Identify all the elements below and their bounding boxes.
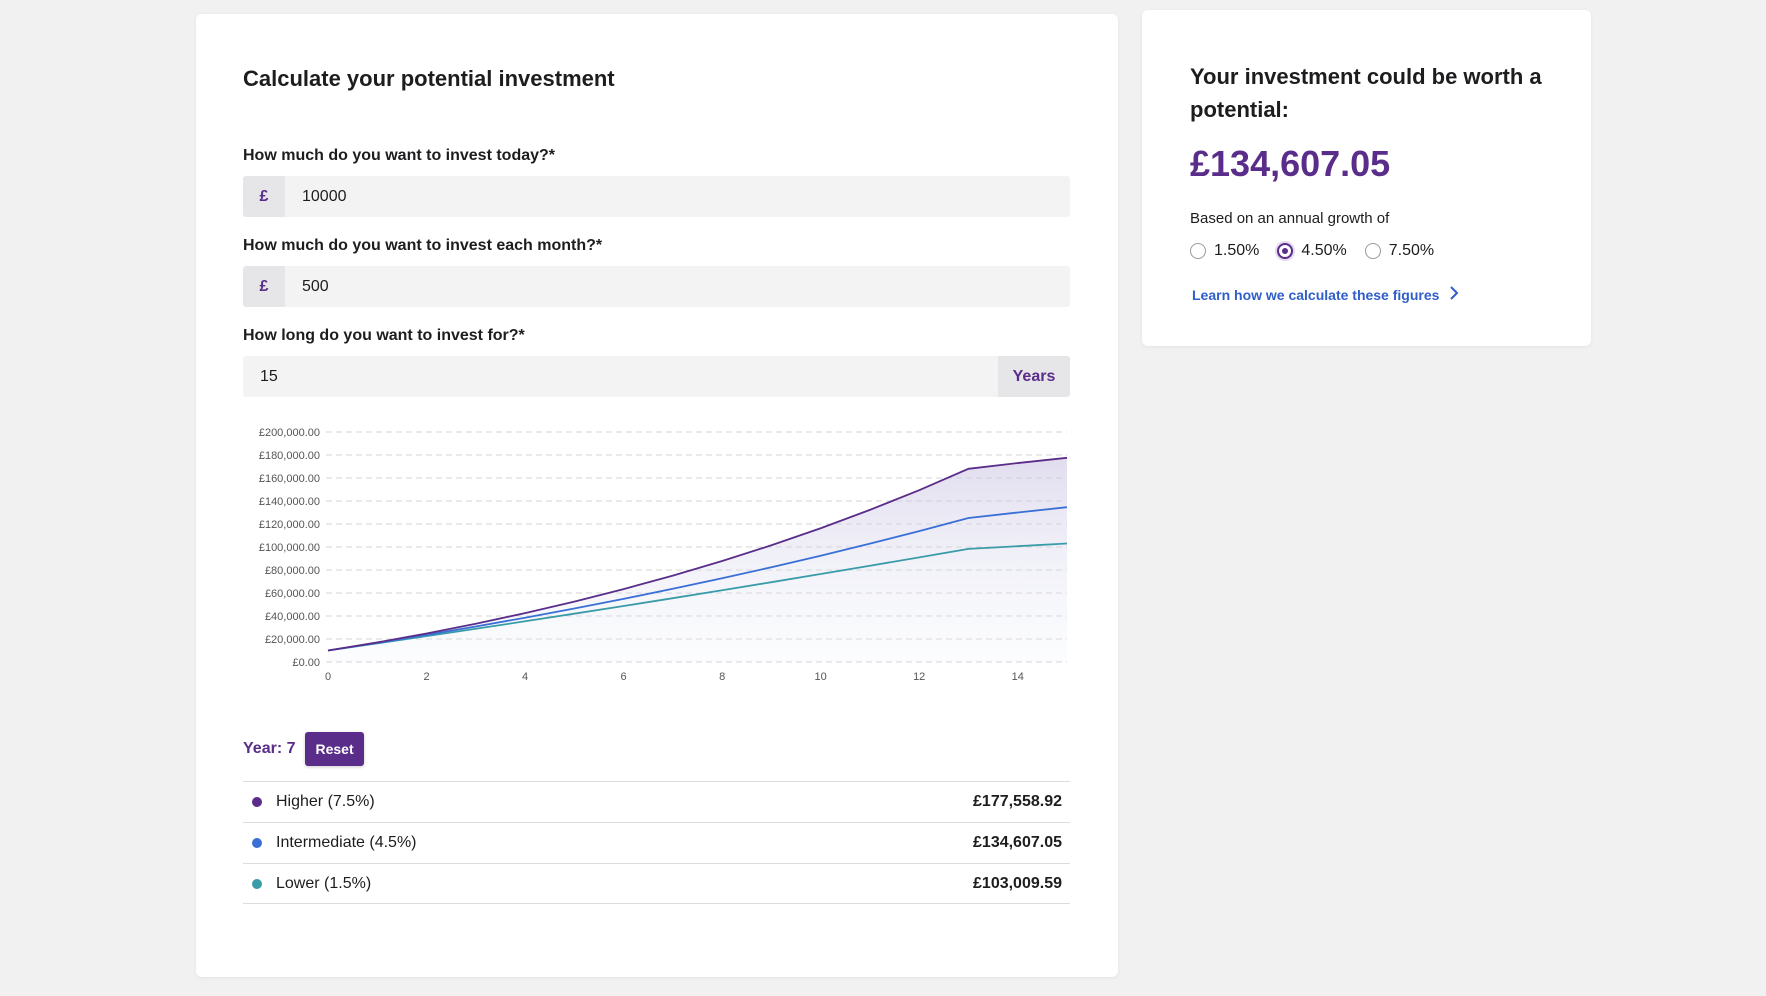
legend-row-higher: Higher (7.5%) £177,558.92	[243, 781, 1070, 822]
growth-option-mid[interactable]: 4.50%	[1277, 242, 1347, 260]
initial-investment-field[interactable]: £ 10000	[243, 176, 1070, 217]
duration-field[interactable]: 15 Years	[243, 356, 1070, 397]
calculator-card: Calculate your potential investment How …	[196, 14, 1118, 977]
legend-name: Higher (7.5%)	[276, 793, 375, 810]
monthly-investment-label: How much do you want to invest each mont…	[243, 237, 603, 254]
higher-series-dot	[252, 797, 262, 807]
x-tick-label: 0	[325, 671, 331, 683]
y-tick-label: £120,000.00	[259, 519, 320, 531]
result-heading: Your investment could be worth a potenti…	[1190, 64, 1542, 122]
growth-option-label: 1.50%	[1214, 242, 1260, 259]
result-card: Your investment could be worth a potenti…	[1142, 10, 1591, 346]
currency-prefix: £	[243, 176, 285, 217]
legend-value: £177,558.92	[973, 793, 1062, 810]
legend-value: £103,009.59	[973, 874, 1062, 892]
y-tick-label: £140,000.00	[259, 496, 320, 508]
initial-investment-input[interactable]: 10000	[285, 188, 1070, 206]
y-tick-label: £200,000.00	[259, 427, 320, 439]
legend-row-lower: Lower (1.5%) £103,009.59	[243, 863, 1070, 904]
calculator-title: Calculate your potential investment	[243, 66, 615, 91]
radio-button[interactable]	[1190, 243, 1206, 259]
x-tick-label: 2	[423, 671, 429, 683]
x-tick-label: 12	[913, 671, 925, 683]
growth-option-high[interactable]: 7.50%	[1364, 242, 1435, 260]
years-suffix: Years	[998, 356, 1070, 397]
result-amount: £134,607.05	[1190, 143, 1391, 184]
y-tick-label: £40,000.00	[265, 611, 320, 623]
growth-chart-svg[interactable]: £0.00 £20,000.00 £40,000.00 £60,000.00 £80,0…	[236, 414, 1076, 724]
y-tick-label: £100,000.00	[259, 542, 320, 554]
growth-option-low[interactable]: 1.50%	[1190, 242, 1259, 260]
monthly-investment-field[interactable]: £ 500	[243, 266, 1070, 307]
results-legend: Higher (7.5%) £177,558.92 Intermediate (…	[243, 781, 1070, 904]
reset-button[interactable]: Reset	[305, 732, 364, 766]
x-tick-label: 4	[522, 671, 528, 683]
intermediate-series-dot	[252, 838, 262, 848]
duration-label: How long do you want to invest for?*	[243, 327, 525, 344]
growth-rate-label: Based on an annual growth of	[1190, 210, 1390, 227]
y-tick-label: £0.00	[292, 657, 320, 669]
growth-chart[interactable]: £0.00 £20,000.00 £40,000.00 £60,000.00 £80,0…	[236, 414, 1076, 724]
legend-name: Lower (1.5%)	[276, 874, 372, 892]
growth-option-label: 7.50%	[1388, 242, 1435, 259]
year-selector: Year: 7 Reset	[243, 732, 364, 766]
radio-button[interactable]	[1364, 243, 1381, 259]
x-tick-label: 8	[719, 671, 725, 683]
learn-more-label: Learn how we calculate these figures	[1192, 286, 1440, 303]
year-label: Year: 7	[243, 740, 296, 757]
x-tick-label: 10	[815, 671, 827, 683]
learn-more-link[interactable]: Learn how we calculate these figures	[1192, 286, 1459, 303]
radio-button[interactable]	[1277, 243, 1294, 259]
currency-prefix: £	[243, 266, 285, 307]
y-tick-label: £60,000.00	[265, 588, 320, 600]
chevron-right-icon	[1449, 286, 1459, 303]
y-tick-label: £180,000.00	[259, 450, 320, 462]
initial-investment-label: How much do you want to invest today?*	[243, 147, 556, 164]
y-tick-label: £80,000.00	[265, 565, 320, 577]
legend-name: Intermediate (4.5%)	[276, 834, 417, 851]
x-tick-label: 14	[1012, 671, 1024, 683]
y-tick-label: £20,000.00	[265, 634, 320, 646]
duration-input[interactable]: 15	[243, 368, 998, 386]
legend-row-intermediate: Intermediate (4.5%) £134,607.05	[243, 822, 1070, 863]
growth-rate-options: 1.50% 4.50% 7.50%	[1190, 242, 1452, 260]
growth-option-label: 4.50%	[1301, 242, 1347, 259]
x-tick-label: 6	[621, 671, 627, 683]
legend-value: £134,607.05	[973, 834, 1062, 851]
y-tick-label: £160,000.00	[259, 473, 320, 485]
lower-series-dot	[252, 878, 262, 889]
monthly-investment-input[interactable]: 500	[285, 278, 1070, 296]
